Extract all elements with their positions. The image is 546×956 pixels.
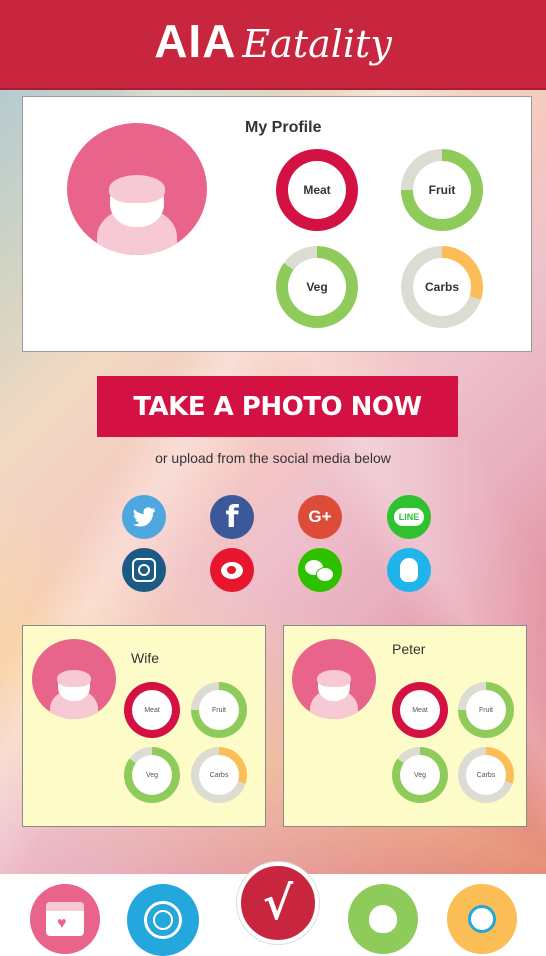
peter-avatar	[292, 639, 376, 719]
meat-ring[interactable]: Meat	[276, 149, 358, 231]
fruit-label: Fruit	[479, 706, 493, 714]
wechat-icon[interactable]	[298, 548, 342, 592]
fruit-label: Fruit	[212, 706, 226, 714]
line-icon[interactable]: LINE	[387, 495, 431, 539]
family-card-wife[interactable]: Wife Meat Fruit Veg Carbs	[22, 625, 266, 827]
carbs-label: Carbs	[476, 771, 496, 779]
calendar-heart-icon[interactable]: ♥	[30, 884, 100, 954]
family-name: Wife	[131, 650, 159, 666]
fruit-ring[interactable]: Fruit	[401, 149, 483, 231]
family-card-peter[interactable]: Peter Meat Fruit Veg Carbs	[283, 625, 527, 827]
meat-label: Meat	[303, 183, 331, 197]
take-photo-button[interactable]: TAKE A PHOTO NOW	[97, 376, 458, 437]
upload-hint: or upload from the social media below	[155, 450, 391, 466]
app-name: Eatality	[242, 22, 392, 66]
veg-ring: Veg	[124, 747, 180, 803]
profile-avatar[interactable]	[67, 123, 207, 255]
instagram-icon[interactable]	[122, 548, 166, 592]
meat-label: Meat	[144, 706, 160, 714]
twitter-icon[interactable]	[122, 495, 166, 539]
profile-card: My Profile Meat Fruit Veg Carbs	[22, 96, 532, 352]
veg-ring: Veg	[392, 747, 448, 803]
apple-icon[interactable]	[348, 884, 418, 954]
brand-name: AIA	[154, 15, 237, 67]
award-ribbon-icon[interactable]	[127, 884, 199, 956]
wife-avatar	[32, 639, 116, 719]
weibo-icon[interactable]	[210, 548, 254, 592]
veg-label: Veg	[413, 771, 427, 779]
carbs-label: Carbs	[209, 771, 229, 779]
qq-icon[interactable]	[387, 548, 431, 592]
check-home-icon[interactable]: √	[237, 862, 319, 944]
carbs-ring[interactable]: Carbs	[401, 246, 483, 328]
carbs-ring: Carbs	[191, 747, 247, 803]
carbs-label: Carbs	[424, 280, 459, 294]
meat-label: Meat	[412, 706, 428, 714]
veg-ring[interactable]: Veg	[276, 246, 358, 328]
veg-label: Veg	[145, 771, 159, 779]
meat-ring: Meat	[124, 682, 180, 738]
meat-ring: Meat	[392, 682, 448, 738]
fruit-ring: Fruit	[191, 682, 247, 738]
app-logo: AIA Eatality	[0, 14, 546, 68]
google-plus-icon[interactable]: G+	[298, 495, 342, 539]
carbs-ring: Carbs	[458, 747, 514, 803]
family-name: Peter	[392, 641, 426, 657]
fruit-label: Fruit	[428, 183, 456, 197]
fruit-ring: Fruit	[458, 682, 514, 738]
veg-label: Veg	[306, 280, 328, 294]
app-header: AIA Eatality	[0, 0, 546, 90]
family-search-icon[interactable]	[447, 884, 517, 954]
profile-title: My Profile	[245, 119, 322, 136]
facebook-icon[interactable]: f	[210, 495, 254, 539]
